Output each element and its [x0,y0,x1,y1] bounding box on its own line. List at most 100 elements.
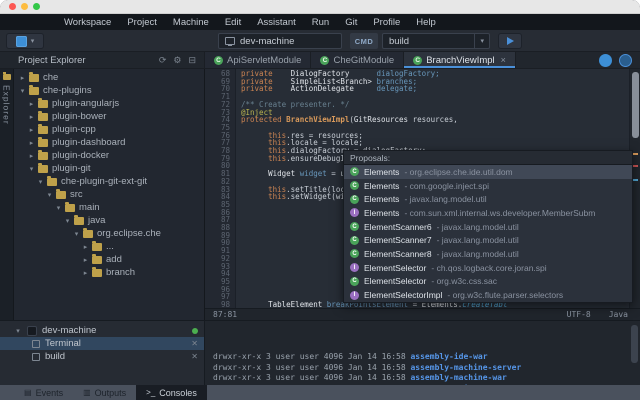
tab-label: ApiServletModule [227,55,301,66]
folder-icon [92,269,102,277]
tree-item-branch[interactable]: ▸branch [14,266,204,279]
collapse-all-icon[interactable]: ⊟ [188,55,196,66]
scrollbar-thumb[interactable] [632,72,639,138]
ide-window: WorkspaceProjectMachineEditAssistantRunG… [0,0,640,400]
close-button[interactable] [9,3,16,10]
tab-label: CheGitModule [333,55,394,66]
folder-icon [47,178,57,186]
close-icon[interactable]: ✕ [191,339,198,348]
proposal-Elements[interactable]: IElements- com.sun.xml.internal.ws.devel… [344,206,632,220]
console-output[interactable]: drwxr-xr-x 3 user user 4096 Jan 14 16:58… [205,321,640,385]
expand-arrow[interactable]: ▸ [27,100,36,108]
proposal-ElementScanner8[interactable]: CElementScanner8- javax.lang.model.util [344,247,632,261]
expand-arrow[interactable]: ▸ [81,269,90,277]
tree-item-add[interactable]: ▸add [14,253,204,266]
proposal-ElementScanner7[interactable]: CElementScanner7- javax.lang.model.util [344,233,632,247]
machine-selector[interactable]: dev-machine [218,33,342,49]
settings-icon[interactable]: ⚙ [173,55,181,66]
proposal-ElementSelector[interactable]: CElementSelector- org.w3c.css.sac [344,275,632,289]
expand-arrow[interactable]: ▾ [18,87,27,95]
proposal-ElementSelector[interactable]: IElementSelector- ch.qos.logback.core.jo… [344,261,632,275]
workspace-menu-button[interactable]: ▾ [6,33,44,49]
menu-item-git[interactable]: Git [337,14,365,30]
user-button[interactable] [619,54,632,67]
expand-arrow[interactable]: ▸ [81,256,90,264]
expand-arrow[interactable]: ▸ [27,126,36,134]
scrollbar-thumb[interactable] [631,325,638,363]
minimize-button[interactable] [21,3,28,10]
tree-item-plugin-cpp[interactable]: ▸plugin-cpp [14,123,204,136]
expand-arrow[interactable]: ▸ [27,139,36,147]
menu-item-assistant[interactable]: Assistant [249,14,304,30]
refresh-icon[interactable]: ⟳ [159,55,167,66]
maximize-button[interactable] [33,3,40,10]
expand-arrow[interactable]: ▾ [27,165,36,173]
expand-arrow[interactable]: ▾ [54,204,63,212]
expand-arrow[interactable]: ▾ [36,178,45,186]
tree-item-java[interactable]: ▾java [14,214,204,227]
process-build[interactable]: build✕ [0,350,204,363]
editor-tab-CheGitModule[interactable]: CCheGitModule [311,52,404,68]
explorer-vertical-tab[interactable]: Explorer [0,69,14,320]
expand-arrow[interactable]: ▸ [27,113,36,121]
menu-item-edit[interactable]: Edit [217,14,249,30]
tree-item-plugin-git[interactable]: ▾plugin-git [14,162,204,175]
tree-item-che-plugin-git-ext-git[interactable]: ▾che-plugin-git-ext-git [14,175,204,188]
menu-item-project[interactable]: Project [119,14,165,30]
menu-item-help[interactable]: Help [408,14,444,30]
run-button[interactable] [498,33,522,49]
bottom-tab-outputs[interactable]: ▥Outputs [73,385,136,400]
proposal-Elements[interactable]: CElements- javax.lang.model.util [344,192,632,206]
tree-item-src[interactable]: ▾src [14,188,204,201]
menu-bar: WorkspaceProjectMachineEditAssistantRunG… [0,14,640,30]
language-mode-label: Java [609,310,628,319]
bottom-tab-consoles[interactable]: >_Consoles [136,385,207,400]
machine-row[interactable]: ▾ dev-machine [0,324,204,337]
tree-item-label: main [79,202,100,213]
expand-arrow[interactable]: ▾ [63,217,72,225]
bottom-tab-events[interactable]: ▤Events [14,385,73,400]
menu-item-machine[interactable]: Machine [165,14,217,30]
tree-item-plugin-docker[interactable]: ▸plugin-docker [14,149,204,162]
menu-item-workspace[interactable]: Workspace [56,14,119,30]
proposal-ElementSelectorImpl[interactable]: IElementSelectorImpl- org.w3c.flute.pars… [344,288,632,302]
tree-item-...[interactable]: ▸... [14,240,204,253]
editor-tab-BranchViewImpl[interactable]: CBranchViewImpl× [404,52,516,68]
menu-item-run[interactable]: Run [304,14,337,30]
command-selector[interactable]: build ▾ [382,33,490,49]
proposal-ElementScanner6[interactable]: CElementScanner6- javax.lang.model.util [344,220,632,234]
expand-arrow[interactable]: ▸ [18,74,27,82]
tree-item-plugin-dashboard[interactable]: ▸plugin-dashboard [14,136,204,149]
tree-item-main[interactable]: ▾ main [14,201,204,214]
file-name: assembly-machine-war [410,373,506,382]
menu-item-profile[interactable]: Profile [365,14,408,30]
console-output-line: drwxr-xr-x 3 user user 4096 Jan 14 16:58… [213,363,640,374]
proposal-Elements[interactable]: CElements- org.eclipse.che.ide.util.dom [344,165,632,179]
close-icon[interactable]: × [501,55,506,65]
proposal-package: - javax.lang.model.util [404,194,486,204]
editor-tab-ApiServletModule[interactable]: CApiServletModule [205,52,311,68]
explorer-vertical-label: Explorer [2,85,12,125]
process-terminal[interactable]: Terminal✕ [0,337,204,350]
tree-item-che-plugins[interactable]: ▾che-plugins [14,84,204,97]
console-output-line: drwxr-xr-x 3 user user 4096 Jan 14 16:58… [213,373,640,384]
chevron-down-icon[interactable]: ▾ [474,34,489,48]
expand-arrow[interactable]: ▸ [81,243,90,251]
chevron-down-icon: ▾ [31,38,35,45]
expand-arrow[interactable]: ▸ [27,152,36,160]
proposal-name: ElementSelector [364,276,426,286]
tree-item-plugin-bower[interactable]: ▸plugin-bower [14,110,204,123]
tree-item-che[interactable]: ▸che [14,71,204,84]
expand-arrow[interactable]: ▾ [14,327,22,335]
expand-arrow[interactable]: ▾ [72,230,81,238]
code-editor[interactable]: 6869707172737475767778798081828384858687… [205,69,640,320]
tree-item-plugin-angularjs[interactable]: ▸plugin-angularjs [14,97,204,110]
file-name: assembly-ide-war [410,352,487,361]
bottom-tab-label: Consoles [159,388,197,398]
help-button[interactable] [599,54,612,67]
proposal-Elements[interactable]: CElements- com.google.inject.spi [344,179,632,193]
class-icon: C [350,167,359,176]
close-icon[interactable]: ✕ [191,352,198,361]
expand-arrow[interactable]: ▾ [45,191,54,199]
tree-item-org.eclipse.che[interactable]: ▾org.eclipse.che [14,227,204,240]
